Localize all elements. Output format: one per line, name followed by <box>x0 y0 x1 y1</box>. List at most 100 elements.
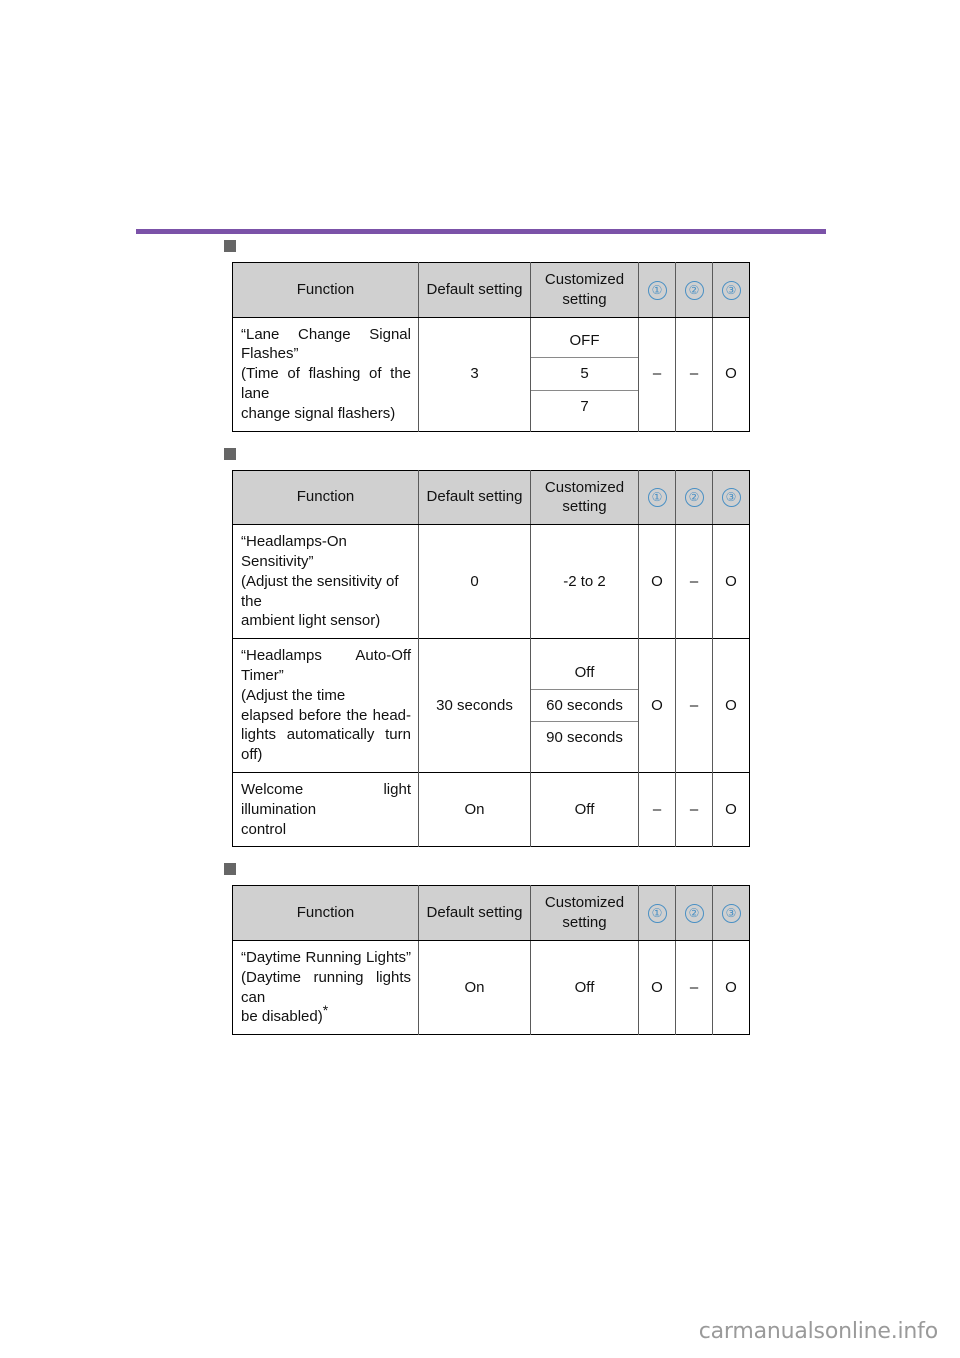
cell-mark-1: – <box>638 771 676 847</box>
table-wrapper-2: Function Default setting Customized sett… <box>232 469 750 848</box>
customized-option: 60 seconds <box>531 688 638 722</box>
header-rule <box>136 229 826 234</box>
cell-customized-setting: Off 60 seconds 90 seconds <box>530 638 639 773</box>
col-header-mark-3: ③ <box>712 885 750 941</box>
cell-customized-setting: OFF 5 7 <box>530 317 639 432</box>
customized-option: OFF <box>569 332 600 350</box>
function-line: ambient light sensor) <box>241 612 381 630</box>
function-line: lights automatically turn off) <box>241 726 411 764</box>
cell-function: Welcome light illumination control <box>232 771 419 847</box>
function-line: (Adjust the time <box>241 686 346 704</box>
table-wrapper-1: Function Default setting Customized sett… <box>232 262 750 432</box>
cell-mark-2: – <box>675 638 713 773</box>
cell-default-setting: 3 <box>418 317 531 432</box>
section-marker-icon <box>224 240 236 252</box>
cell-customized-setting: Off <box>530 940 639 1035</box>
col-header-customized-setting: Customized setting <box>530 262 639 318</box>
cell-mark-1: O <box>638 940 676 1035</box>
cell-function: “Headlamps-On Sensitivity” (Adjust the s… <box>232 524 419 639</box>
cell-customized-setting: Off <box>530 771 639 847</box>
table-row: “Daytime Running Lights” (Daytime runnin… <box>232 940 750 1035</box>
customized-option-list: Off 60 seconds 90 seconds <box>531 657 638 754</box>
section-marker-icon <box>224 863 236 876</box>
cell-default-setting: On <box>418 940 531 1035</box>
table-row: “Lane Change Signal Flashes” (Time of fl… <box>232 317 750 432</box>
col-header-default-setting: Default setting <box>418 262 531 318</box>
function-line: change signal flashers) <box>241 404 396 422</box>
section-marker-icon <box>224 447 236 460</box>
col-header-default-setting: Default setting <box>418 470 531 526</box>
col-header-function: Function <box>232 885 419 941</box>
cell-mark-1: O <box>638 524 676 639</box>
col-header-mark-1: ① <box>638 885 676 941</box>
table-header-row: Function Default setting Customized sett… <box>232 262 750 318</box>
section-lane-change-signal: Function Default setting Customized sett… <box>0 240 960 432</box>
cell-mark-3: O <box>712 317 750 432</box>
function-line: (Adjust the sensitivity of the <box>241 572 399 610</box>
footnote-asterisk: * <box>322 1002 329 1019</box>
cell-mark-1: – <box>638 317 676 432</box>
page-content: Function Default setting Customized sett… <box>0 240 960 1036</box>
col-header-mark-3: ③ <box>712 470 750 526</box>
circled-number-1-icon: ① <box>647 488 667 508</box>
cell-default-setting: 30 seconds <box>418 638 531 773</box>
col-header-function: Function <box>232 262 419 318</box>
customized-option: 7 <box>531 389 638 423</box>
cell-mark-3: O <box>712 771 750 847</box>
function-line: “Headlamps Auto-Off <box>241 647 411 665</box>
cell-mark-3: O <box>712 524 750 639</box>
customized-option: 5 <box>531 357 638 390</box>
cell-mark-1: O <box>638 638 676 773</box>
cell-mark-2: – <box>675 524 713 639</box>
cell-function: “Headlamps Auto-Off Timer” (Adjust the t… <box>232 638 419 773</box>
col-header-customized-setting: Customized setting <box>530 470 639 526</box>
spec-table-1: Function Default setting Customized sett… <box>232 262 750 432</box>
function-line: control <box>241 820 287 838</box>
cell-function: “Lane Change Signal Flashes” (Time of fl… <box>232 317 419 432</box>
customized-option-list: OFF 5 7 <box>531 325 638 422</box>
section-daytime-running-lights: Function Default setting Customized sett… <box>0 863 960 1036</box>
function-line: elapsed before the head- <box>241 706 411 724</box>
table-header-row: Function Default setting Customized sett… <box>232 885 750 941</box>
function-line: (Time of flashing of the lane <box>241 365 411 402</box>
spec-table-2: Function Default setting Customized sett… <box>232 469 750 848</box>
manual-page: Function Default setting Customized sett… <box>0 0 960 1358</box>
circled-number-2-icon: ② <box>684 488 704 508</box>
cell-mark-3: O <box>712 638 750 773</box>
table-row: “Headlamps-On Sensitivity” (Adjust the s… <box>232 524 750 639</box>
circled-number-2-icon: ② <box>684 280 704 300</box>
table-row: “Headlamps Auto-Off Timer” (Adjust the t… <box>232 638 750 773</box>
customized-option: 90 seconds <box>531 721 638 754</box>
circled-number-2-icon: ② <box>684 904 704 924</box>
circled-number-3-icon: ③ <box>721 280 741 300</box>
circled-number-1-icon: ① <box>647 280 667 300</box>
col-header-function: Function <box>232 470 419 526</box>
cell-default-setting: On <box>418 771 531 847</box>
function-line: “Daytime Running Lights” <box>241 948 411 966</box>
function-line: Timer” <box>241 666 284 684</box>
function-line: “Lane Change Signal <box>241 325 411 343</box>
function-line: be disabled) <box>241 1008 323 1026</box>
table-row: Welcome light illumination control On Of… <box>232 771 750 847</box>
function-line: “Headlamps-On Sensitivity” <box>241 533 347 570</box>
table-header-row: Function Default setting Customized sett… <box>232 470 750 526</box>
function-line: Welcome light illumination <box>241 780 411 818</box>
col-header-default-setting: Default setting <box>418 885 531 941</box>
spec-table-3: Function Default setting Customized sett… <box>232 885 750 1036</box>
col-header-mark-1: ① <box>638 262 676 318</box>
cell-mark-2: – <box>675 771 713 847</box>
col-header-mark-1: ① <box>638 470 676 526</box>
circled-number-1-icon: ① <box>647 904 667 924</box>
function-line-with-footnote: be disabled)* <box>241 1003 411 1027</box>
customized-option: Off <box>574 663 595 681</box>
cell-mark-3: O <box>712 940 750 1035</box>
section-headlamps: Function Default setting Customized sett… <box>0 447 960 848</box>
cell-mark-2: – <box>675 940 713 1035</box>
cell-mark-2: – <box>675 317 713 432</box>
circled-number-3-icon: ③ <box>721 904 741 924</box>
col-header-mark-2: ② <box>675 262 713 318</box>
col-header-customized-setting: Customized setting <box>530 885 639 941</box>
col-header-mark-2: ② <box>675 885 713 941</box>
site-watermark: carmanualsonline.info <box>698 1319 938 1344</box>
circled-number-3-icon: ③ <box>721 488 741 508</box>
